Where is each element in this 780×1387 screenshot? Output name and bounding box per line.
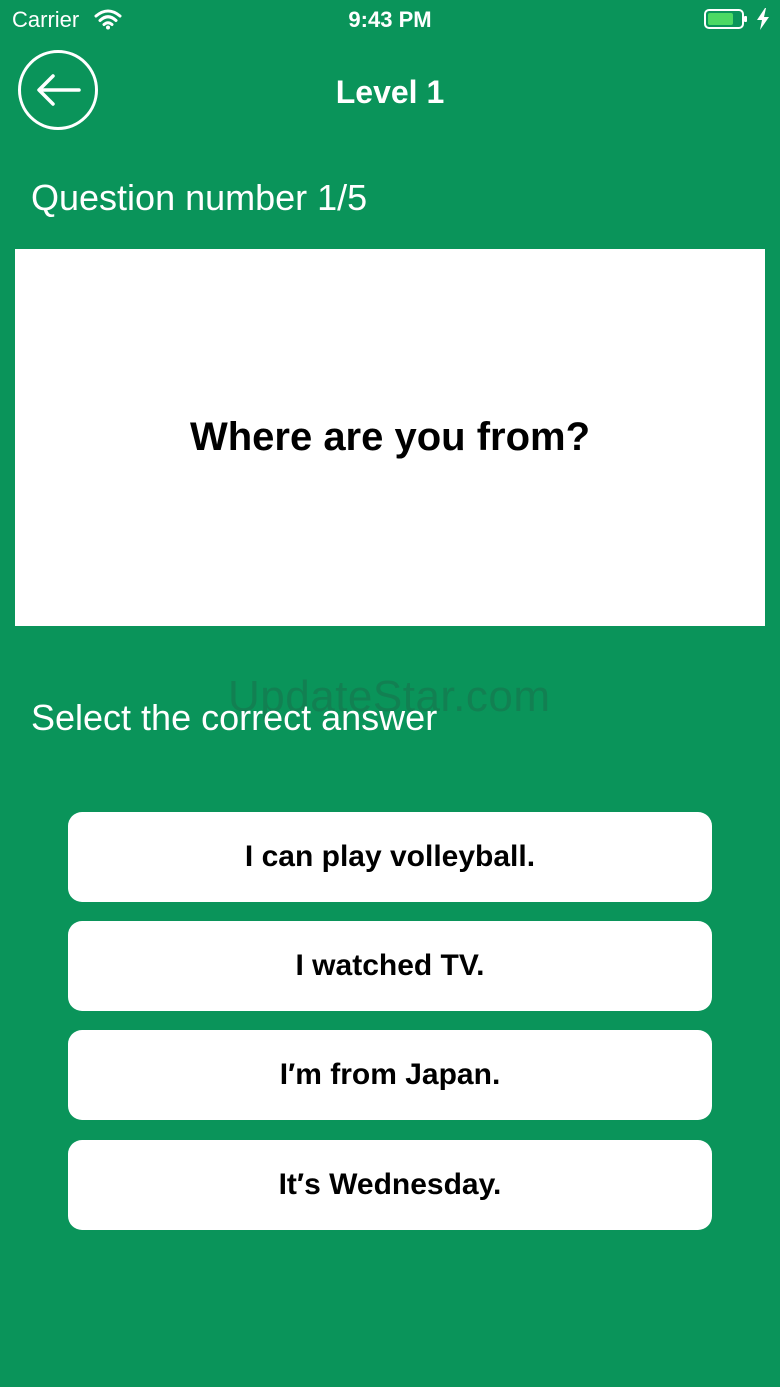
- charging-bolt-icon: [757, 8, 769, 30]
- question-text: Where are you from?: [189, 415, 591, 459]
- battery-icon: [704, 9, 747, 29]
- status-bar: Carrier 9:43 PM: [0, 0, 780, 40]
- clock: 9:43 PM: [348, 7, 432, 32]
- answer-button-4[interactable]: It′s Wednesday.: [68, 1140, 712, 1230]
- page-title: Level 1: [335, 74, 445, 110]
- select-answer-prompt: Select the correct answer: [31, 697, 438, 738]
- answer-button-2[interactable]: I watched TV.: [68, 921, 712, 1011]
- answer-button-1[interactable]: I can play volleyball.: [68, 812, 712, 902]
- answer-button-3[interactable]: I′m from Japan.: [68, 1030, 712, 1120]
- question-number: Question number 1/5: [31, 177, 368, 218]
- question-card: Where are you from?: [15, 249, 765, 626]
